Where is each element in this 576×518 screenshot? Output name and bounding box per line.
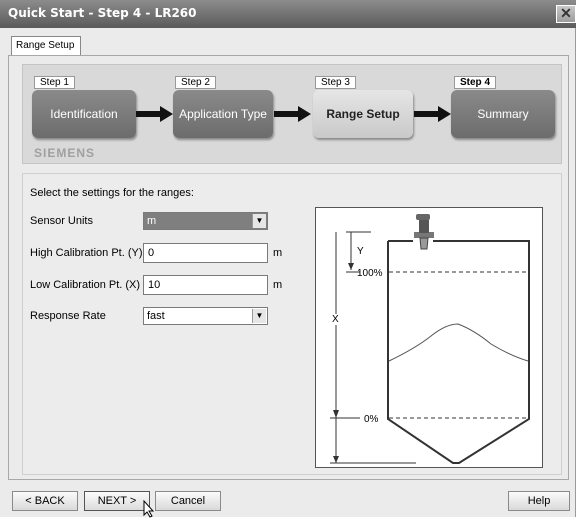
close-button[interactable]: ✕	[556, 5, 576, 23]
cancel-button[interactable]: Cancel	[155, 491, 221, 511]
quick-start-window: Quick Start - Step 4 - LR260 ✕ Range Set…	[0, 0, 576, 518]
pct-0-label: 0%	[364, 414, 379, 425]
y-label: Y	[357, 246, 364, 257]
sensor-units-value: m	[147, 215, 157, 227]
low-cal-unit: m	[273, 279, 283, 291]
arrow-right-icon	[274, 106, 311, 122]
step-summary[interactable]: Summary	[451, 90, 555, 138]
x-label: X	[332, 314, 339, 325]
step-4-tag: Step 4	[454, 76, 497, 89]
mouse-pointer-icon	[143, 500, 155, 518]
step-identification[interactable]: Identification	[32, 90, 136, 138]
chevron-down-icon[interactable]: ▼	[252, 214, 266, 228]
back-button[interactable]: < BACK	[12, 491, 78, 511]
radar-sensor-icon	[414, 214, 434, 250]
tank-outline	[387, 240, 530, 464]
step-2-tag: Step 2	[175, 76, 216, 89]
low-cal-label: Low Calibration Pt. (X)	[30, 279, 141, 291]
tab-range-setup[interactable]: Range Setup	[11, 36, 81, 56]
pct-100-label: 100%	[357, 268, 383, 279]
step-3-tag: Step 3	[315, 76, 356, 89]
material-surface	[388, 323, 529, 362]
step-1-tag: Step 1	[34, 76, 75, 89]
high-cal-label: High Calibration Pt. (Y)	[30, 247, 143, 259]
chevron-down-icon[interactable]: ▼	[252, 309, 266, 323]
help-button[interactable]: Help	[508, 491, 570, 511]
low-cal-input[interactable]: 10	[143, 275, 268, 295]
response-rate-label: Response Rate	[30, 310, 106, 322]
step-range-setup[interactable]: Range Setup	[313, 90, 413, 138]
next-button[interactable]: NEXT >	[84, 491, 150, 511]
tank-diagram: Y 100% X 0%	[315, 207, 543, 468]
title-bar: Quick Start - Step 4 - LR260 ✕	[0, 0, 576, 28]
response-rate-select[interactable]: fast ▼	[143, 307, 268, 325]
tank-diagram-graphic	[330, 214, 530, 464]
window-title: Quick Start - Step 4 - LR260	[8, 6, 197, 20]
sensor-units-label: Sensor Units	[30, 215, 93, 227]
form-heading: Select the settings for the ranges:	[30, 187, 194, 199]
step-application-type[interactable]: Application Type	[173, 90, 273, 138]
high-cal-input[interactable]: 0	[143, 243, 268, 263]
arrow-right-icon	[136, 106, 173, 122]
high-cal-unit: m	[273, 247, 283, 259]
siemens-logo: SIEMENS	[34, 146, 96, 160]
arrow-right-icon	[414, 106, 451, 122]
response-rate-value: fast	[147, 310, 165, 322]
sensor-units-select[interactable]: m ▼	[143, 212, 268, 230]
